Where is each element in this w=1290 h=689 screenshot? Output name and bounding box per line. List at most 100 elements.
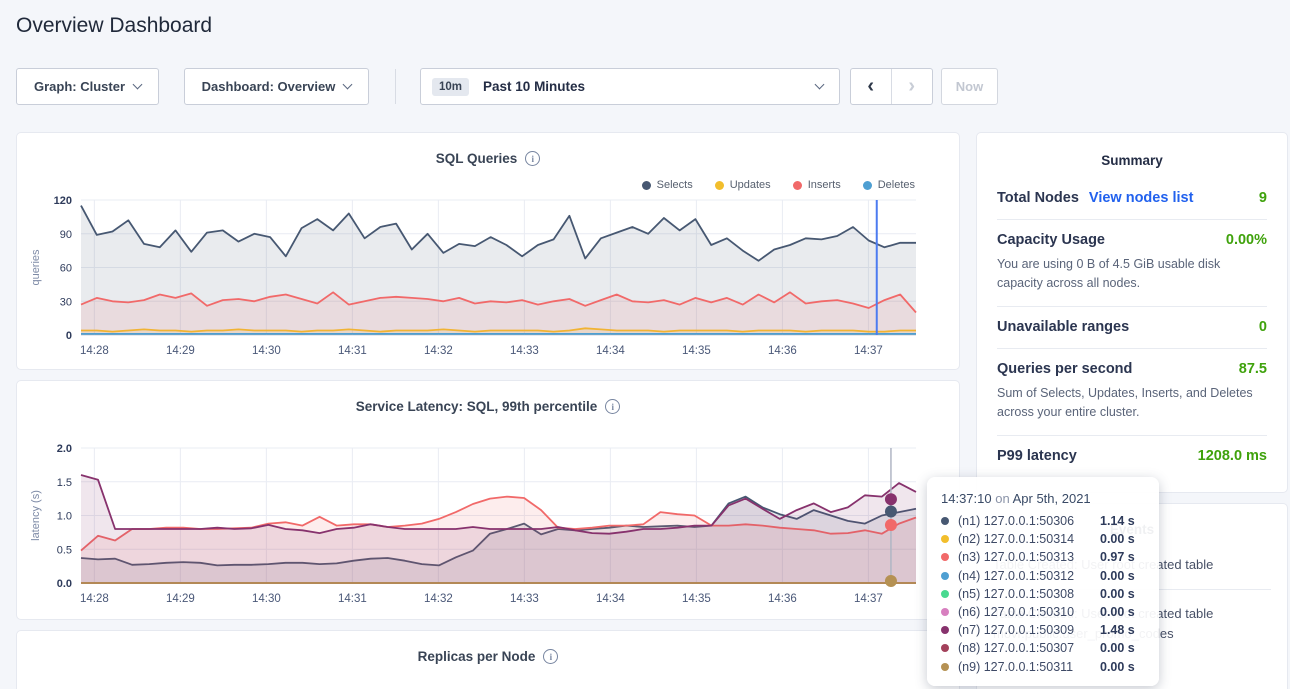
svg-text:14:33: 14:33 [510,345,539,357]
node-address: (n8) 127.0.0.1:50307 [958,641,1100,655]
tooltip-timestamp: 14:37:10 on Apr 5th, 2021 [941,487,1145,512]
tooltip-node-row: (n5) 127.0.0.1:503080.00 s [941,585,1145,603]
svg-text:14:35: 14:35 [682,345,711,357]
summary-row-total-nodes: Total Nodes View nodes list 9 [997,178,1267,219]
svg-text:14:35: 14:35 [682,593,711,605]
node-latency-value: 0.00 s [1100,532,1135,546]
svg-text:14:34: 14:34 [596,345,625,357]
capacity-usage-desc: You are using 0 B of 4.5 GiB usable disk… [997,255,1267,293]
time-range-label: Past 10 Minutes [483,79,585,94]
svg-text:90: 90 [60,229,72,241]
tooltip-node-row: (n2) 127.0.0.1:503140.00 s [941,530,1145,548]
node-dot-icon [941,663,949,671]
toolbar: Graph: Cluster Dashboard: Overview 10m P… [0,68,1290,105]
sql-queries-chart[interactable]: 14:2814:2914:3014:3114:3214:3314:3414:35… [17,133,961,376]
svg-text:0.5: 0.5 [57,544,72,556]
node-address: (n7) 127.0.0.1:50309 [958,623,1100,637]
node-dot-icon [941,608,949,616]
svg-text:14:32: 14:32 [424,593,453,605]
time-prev-button[interactable]: ‹ [851,69,892,104]
unavailable-ranges-value: 0 [1259,319,1267,335]
unavailable-ranges-label: Unavailable ranges [997,319,1129,335]
replicas-per-node-panel: Replicas per Node i [16,630,960,689]
node-latency-value: 1.48 s [1100,623,1135,637]
chevron-down-icon [343,80,353,90]
svg-text:14:29: 14:29 [166,593,195,605]
node-dot-icon [941,572,949,580]
node-latency-value: 0.00 s [1100,605,1135,619]
page-title: Overview Dashboard [16,14,212,38]
node-latency-value: 0.00 s [1100,641,1135,655]
tooltip-node-row: (n8) 127.0.0.1:503070.00 s [941,639,1145,657]
tooltip-node-row: (n1) 127.0.0.1:503061.14 s [941,512,1145,530]
summary-row-unavailable: Unavailable ranges 0 [997,306,1267,348]
now-button-disabled[interactable]: Now [941,68,998,105]
total-nodes-label: Total Nodes [997,190,1079,206]
node-address: (n9) 127.0.0.1:50311 [958,660,1100,674]
node-address: (n1) 127.0.0.1:50306 [958,514,1100,528]
svg-text:0.0: 0.0 [57,578,72,590]
total-nodes-value: 9 [1259,190,1267,206]
view-nodes-list-link[interactable]: View nodes list [1089,190,1194,206]
tooltip-node-row: (n9) 127.0.0.1:503110.00 s [941,658,1145,676]
svg-text:1.5: 1.5 [57,477,72,489]
svg-text:14:31: 14:31 [338,345,367,357]
summary-row-qps: Queries per second 87.5 Sum of Selects, … [997,348,1267,435]
node-address: (n6) 127.0.0.1:50310 [958,605,1100,619]
time-nav-group: ‹ › [850,68,933,105]
svg-text:14:28: 14:28 [80,593,109,605]
dashboard-dropdown[interactable]: Dashboard: Overview [184,68,369,105]
svg-text:14:28: 14:28 [80,345,109,357]
sql-queries-panel: SQL Queries i Selects Updates Inserts De… [16,132,960,370]
summary-row-p99: P99 latency 1208.0 ms [997,435,1267,477]
p99-latency-value: 1208.0 ms [1198,448,1267,464]
time-next-button-disabled[interactable]: › [892,69,933,104]
chart-hover-tooltip: 14:37:10 on Apr 5th, 2021 (n1) 127.0.0.1… [927,477,1159,686]
p99-latency-label: P99 latency [997,448,1077,464]
svg-text:14:31: 14:31 [338,593,367,605]
node-dot-icon [941,644,949,652]
svg-text:14:29: 14:29 [166,345,195,357]
node-dot-icon [941,590,949,598]
svg-text:14:33: 14:33 [510,593,539,605]
tooltip-node-row: (n4) 127.0.0.1:503120.00 s [941,567,1145,585]
node-address: (n2) 127.0.0.1:50314 [958,532,1100,546]
node-dot-icon [941,553,949,561]
summary-heading: Summary [997,147,1267,178]
tooltip-conjunction: on [995,491,1009,506]
svg-text:60: 60 [60,263,72,275]
node-address: (n3) 127.0.0.1:50313 [958,550,1100,564]
qps-value: 87.5 [1239,361,1267,377]
service-latency-chart[interactable]: 14:2814:2914:3014:3114:3214:3314:3414:35… [17,381,961,626]
svg-text:14:36: 14:36 [768,593,797,605]
svg-text:queries: queries [30,249,42,286]
tooltip-time: 14:37:10 [941,491,992,506]
qps-desc: Sum of Selects, Updates, Inserts, and De… [997,384,1267,422]
info-icon[interactable]: i [543,649,558,664]
node-address: (n5) 127.0.0.1:50308 [958,587,1100,601]
node-latency-value: 0.00 s [1100,660,1135,674]
dashboard-dropdown-label: Dashboard: Overview [202,79,336,94]
time-range-picker[interactable]: 10m Past 10 Minutes [420,68,840,105]
svg-text:14:37: 14:37 [854,593,883,605]
replicas-per-node-title: Replicas per Node [418,649,536,664]
node-dot-icon [941,626,949,634]
capacity-usage-label: Capacity Usage [997,232,1105,248]
svg-text:30: 30 [60,296,72,308]
tooltip-date: Apr 5th, 2021 [1013,491,1091,506]
node-address: (n4) 127.0.0.1:50312 [958,569,1100,583]
chevron-down-icon [133,80,143,90]
svg-text:14:36: 14:36 [768,345,797,357]
graph-dropdown[interactable]: Graph: Cluster [16,68,159,105]
summary-panel: Summary Total Nodes View nodes list 9 Ca… [976,132,1288,493]
svg-text:14:34: 14:34 [596,593,625,605]
node-dot-icon [941,517,949,525]
summary-row-capacity: Capacity Usage 0.00% You are using 0 B o… [997,219,1267,306]
service-latency-panel: Service Latency: SQL, 99th percentile i … [16,380,960,620]
node-latency-value: 0.97 s [1100,550,1135,564]
svg-text:latency (s): latency (s) [30,490,42,541]
time-range-badge: 10m [432,78,469,96]
svg-text:1.0: 1.0 [57,511,72,523]
svg-text:2.0: 2.0 [57,443,72,455]
qps-label: Queries per second [997,361,1132,377]
